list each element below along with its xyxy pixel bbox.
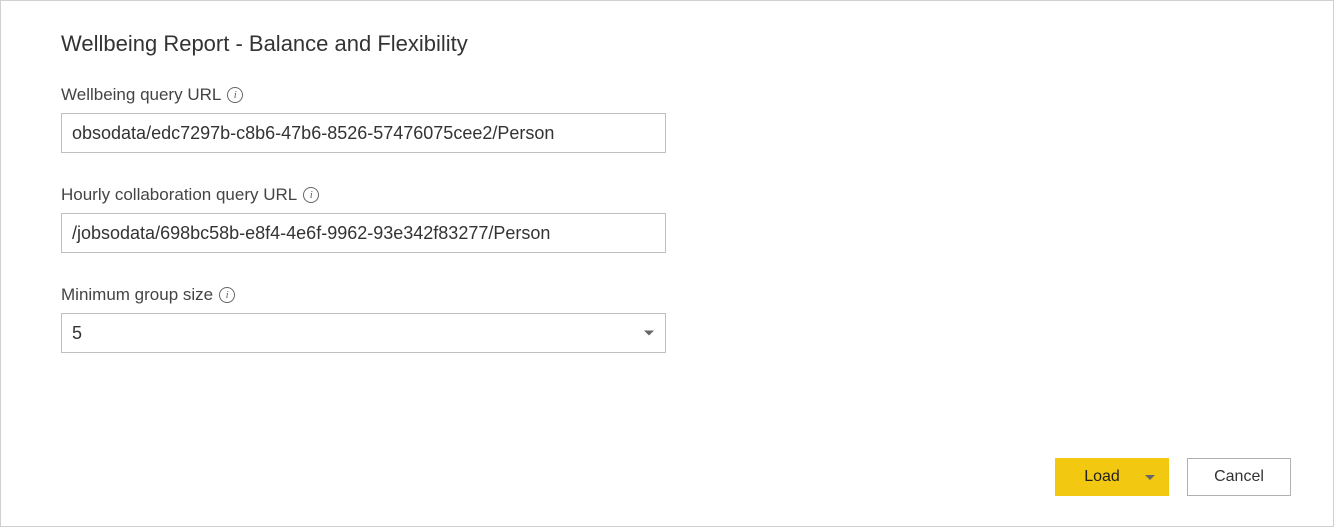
load-button-label: Load (1069, 468, 1135, 486)
wellbeing-url-label: Wellbeing query URL i (61, 85, 1273, 105)
min-group-select-wrapper: 5 (61, 313, 666, 353)
chevron-down-icon (1145, 475, 1155, 480)
hourly-url-input[interactable] (61, 213, 666, 253)
field-group-min-group: Minimum group size i 5 (61, 285, 1273, 353)
hourly-url-label: Hourly collaboration query URL i (61, 185, 1273, 205)
min-group-select[interactable]: 5 (61, 313, 666, 353)
dialog-title: Wellbeing Report - Balance and Flexibili… (61, 31, 1273, 57)
field-group-hourly-url: Hourly collaboration query URL i (61, 185, 1273, 253)
dialog-content: Wellbeing Report - Balance and Flexibili… (1, 1, 1333, 415)
wellbeing-url-input[interactable] (61, 113, 666, 153)
hourly-url-label-text: Hourly collaboration query URL (61, 185, 297, 205)
min-group-label: Minimum group size i (61, 285, 1273, 305)
cancel-button[interactable]: Cancel (1187, 458, 1291, 496)
info-icon[interactable]: i (219, 287, 235, 303)
field-group-wellbeing-url: Wellbeing query URL i (61, 85, 1273, 153)
info-icon[interactable]: i (303, 187, 319, 203)
min-group-label-text: Minimum group size (61, 285, 213, 305)
load-button[interactable]: Load (1055, 458, 1169, 496)
wellbeing-url-label-text: Wellbeing query URL (61, 85, 221, 105)
info-icon[interactable]: i (227, 87, 243, 103)
dialog-footer: Load Cancel (1055, 458, 1291, 496)
